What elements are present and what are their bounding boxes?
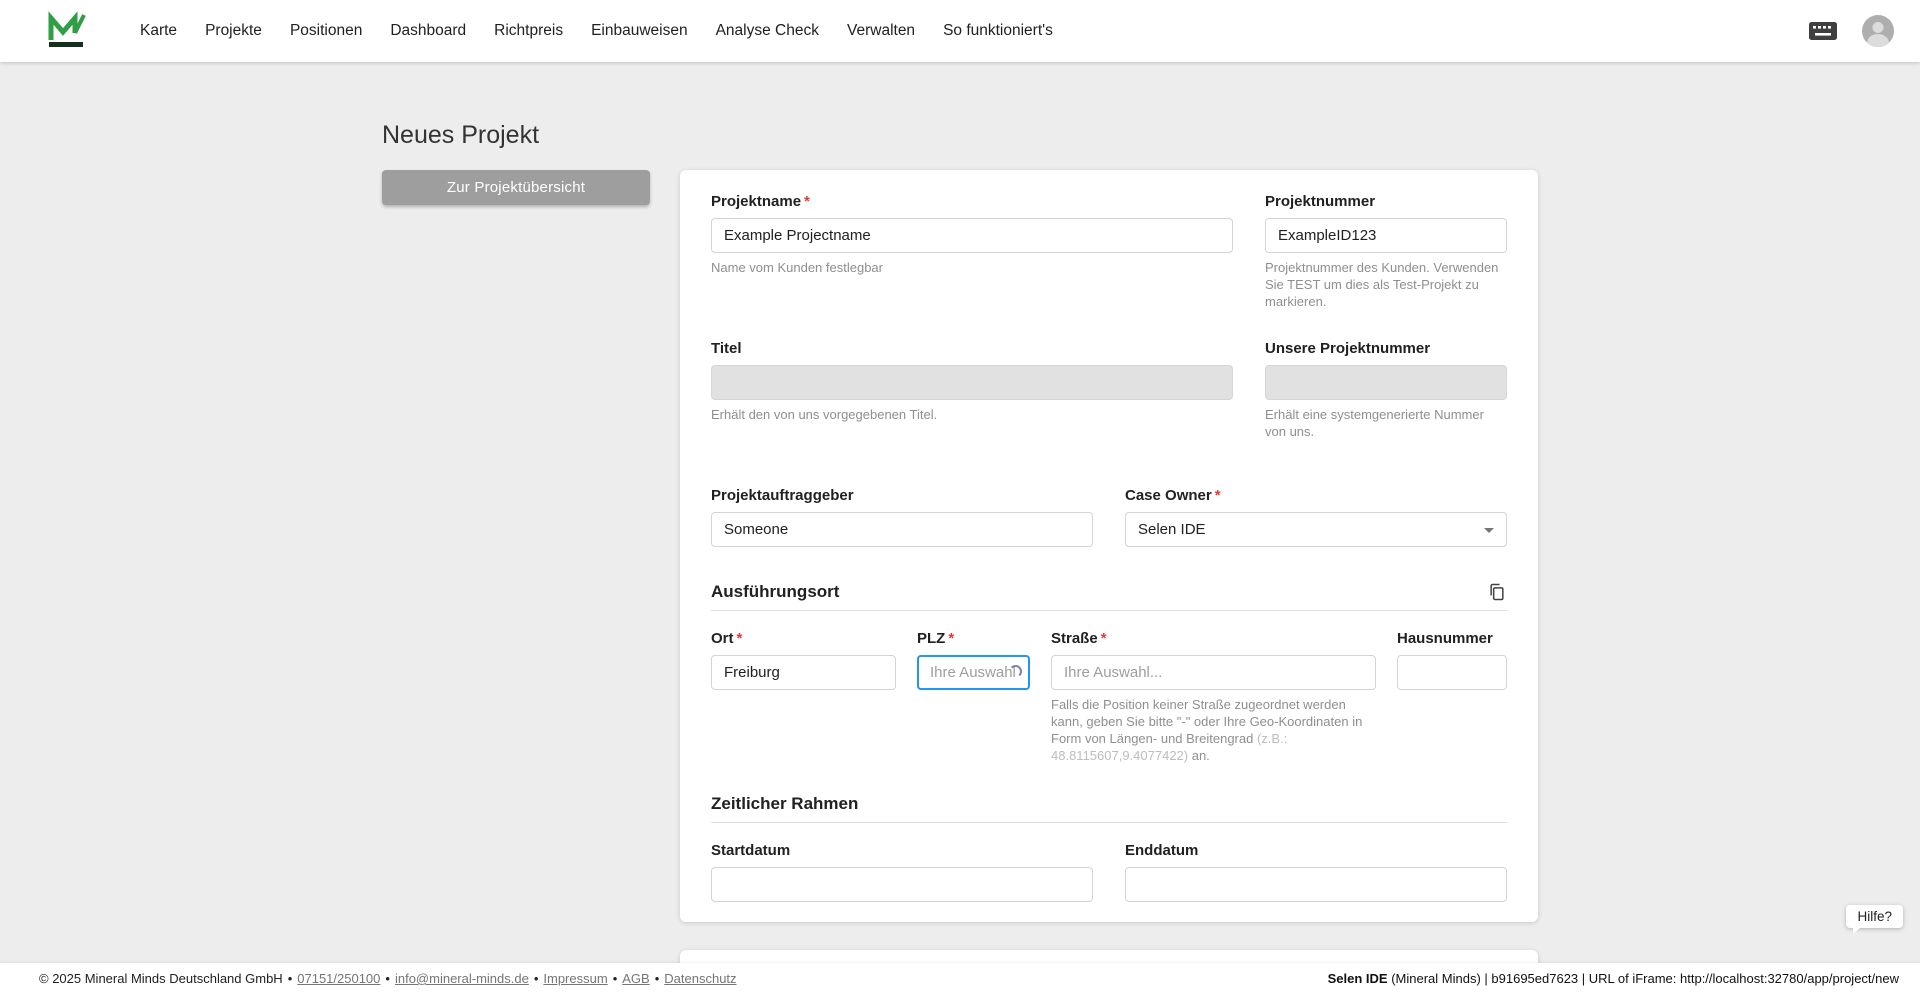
- projektname-helper: Name vom Kunden festlegbar: [711, 260, 883, 275]
- mineral-minds-logo[interactable]: [46, 11, 86, 51]
- required-asterisk: *: [948, 630, 955, 647]
- copy-icon[interactable]: [1487, 582, 1507, 602]
- required-asterisk: *: [1214, 487, 1221, 504]
- nav-analyse-check[interactable]: Analyse Check: [716, 22, 819, 40]
- footer: © 2025 Mineral Minds Deutschland GmbH • …: [0, 963, 1920, 994]
- projektname-input[interactable]: [711, 218, 1233, 253]
- section-ausfuehrungsort: Ausführungsort: [711, 582, 840, 601]
- separator: •: [612, 971, 618, 986]
- chevron-down-icon: [1484, 528, 1494, 533]
- divider: [711, 610, 1507, 611]
- strasse-helper: Falls die Position keiner Straße zugeord…: [1051, 697, 1363, 763]
- case-owner-label: Case Owner *: [1125, 487, 1221, 504]
- startdatum-label: Startdatum: [711, 842, 791, 859]
- unsere-projektnummer-label: Unsere Projektnummer: [1265, 340, 1431, 357]
- projektauftraggeber-input[interactable]: [711, 512, 1093, 547]
- nav-dashboard[interactable]: Dashboard: [390, 22, 466, 40]
- project-form-card: Projektname* Name vom Kunden festlegbar …: [680, 170, 1538, 922]
- ort-input[interactable]: [711, 655, 896, 690]
- titel-input: [711, 365, 1233, 400]
- titel-label: Titel: [711, 340, 742, 357]
- titel-helper: Erhält den von uns vorgegebenen Titel.: [711, 407, 938, 422]
- required-asterisk: *: [736, 630, 743, 647]
- strasse-label: Straße *: [1051, 630, 1107, 647]
- hausnummer-input[interactable]: [1397, 655, 1507, 690]
- projektauftraggeber-label: Projektauftraggeber: [711, 487, 854, 504]
- nav-richtpreis[interactable]: Richtpreis: [494, 22, 563, 40]
- nav-verwalten[interactable]: Verwalten: [847, 22, 915, 40]
- nav-karte[interactable]: Karte: [140, 22, 177, 40]
- help-button[interactable]: Hilfe?: [1846, 905, 1903, 934]
- projektname-label: Projektname *: [711, 193, 810, 210]
- avatar[interactable]: [1862, 15, 1894, 47]
- field-strasse: Straße* Falls die Position keiner Straße…: [1051, 629, 1376, 764]
- field-projektname: Projektname* Name vom Kunden festlegbar: [711, 192, 1233, 310]
- top-navbar: Karte Projekte Positionen Dashboard Rich…: [0, 0, 1920, 62]
- main-area: Neues Projekt Zur Projektübersicht Proje…: [0, 62, 1920, 994]
- case-owner-select[interactable]: Selen IDE: [1125, 512, 1507, 547]
- enddatum-label: Enddatum: [1125, 842, 1199, 859]
- back-to-projects-button[interactable]: Zur Projektübersicht: [382, 170, 650, 205]
- enddatum-input[interactable]: [1125, 867, 1507, 902]
- field-enddatum: Enddatum: [1125, 841, 1507, 902]
- startdatum-input[interactable]: [711, 867, 1093, 902]
- divider: [711, 822, 1507, 823]
- field-startdatum: Startdatum: [711, 841, 1093, 902]
- agb-link[interactable]: AGB: [622, 971, 649, 986]
- nav-positionen[interactable]: Positionen: [290, 22, 362, 40]
- strasse-input[interactable]: [1051, 655, 1376, 690]
- separator: •: [385, 971, 390, 986]
- field-unsere-projektnummer: Unsere Projektnummer Erhält eine systemg…: [1265, 339, 1507, 440]
- separator: •: [287, 971, 293, 986]
- nav-so-funktionierts[interactable]: So funktioniert's: [943, 22, 1053, 40]
- header-icons: [1808, 15, 1894, 47]
- page-title: Neues Projekt: [382, 121, 540, 149]
- nav-einbauweisen[interactable]: Einbauweisen: [591, 22, 688, 40]
- required-asterisk: *: [1100, 630, 1107, 647]
- separator: •: [654, 971, 660, 986]
- hausnummer-label: Hausnummer: [1397, 630, 1493, 647]
- ort-label: Ort *: [711, 630, 743, 647]
- main-nav: Karte Projekte Positionen Dashboard Rich…: [140, 22, 1053, 40]
- field-case-owner: Case Owner * Selen IDE: [1125, 486, 1507, 547]
- field-projektauftraggeber: Projektauftraggeber: [711, 486, 1093, 547]
- impressum-link[interactable]: Impressum: [543, 971, 607, 986]
- phone-link[interactable]: 07151/250100: [297, 971, 380, 986]
- projektnummer-input[interactable]: [1265, 218, 1507, 253]
- email-link[interactable]: info@mineral-minds.de: [395, 971, 529, 986]
- projektnummer-label: Projektnummer: [1265, 193, 1376, 210]
- field-projektnummer: Projektnummer Projektnummer des Kunden. …: [1265, 192, 1507, 310]
- keyboard-icon[interactable]: [1808, 20, 1838, 42]
- case-owner-value: Selen IDE: [1138, 521, 1206, 538]
- datenschutz-link[interactable]: Datenschutz: [664, 971, 736, 986]
- loading-spinner-icon: [1009, 665, 1022, 678]
- separator: •: [533, 971, 539, 986]
- nav-projekte[interactable]: Projekte: [205, 22, 262, 40]
- plz-label: PLZ *: [917, 630, 955, 647]
- field-titel: Titel Erhält den von uns vorgegebenen Ti…: [711, 339, 1233, 440]
- required-asterisk: *: [804, 193, 810, 210]
- unsere-projektnummer-helper: Erhält eine systemgenerierte Nummer von …: [1265, 407, 1484, 439]
- field-hausnummer: Hausnummer: [1397, 629, 1507, 764]
- copyright-text: © 2025 Mineral Minds Deutschland GmbH: [39, 971, 283, 986]
- section-zeitlicher-rahmen: Zeitlicher Rahmen: [711, 794, 859, 813]
- field-plz: PLZ *: [917, 629, 1030, 764]
- unsere-projektnummer-input: [1265, 365, 1507, 400]
- projektnummer-helper: Projektnummer des Kunden. Verwenden Sie …: [1265, 260, 1499, 309]
- field-ort: Ort *: [711, 629, 896, 764]
- session-info: Selen IDE (Mineral Minds) | b91695ed7623…: [1327, 971, 1899, 986]
